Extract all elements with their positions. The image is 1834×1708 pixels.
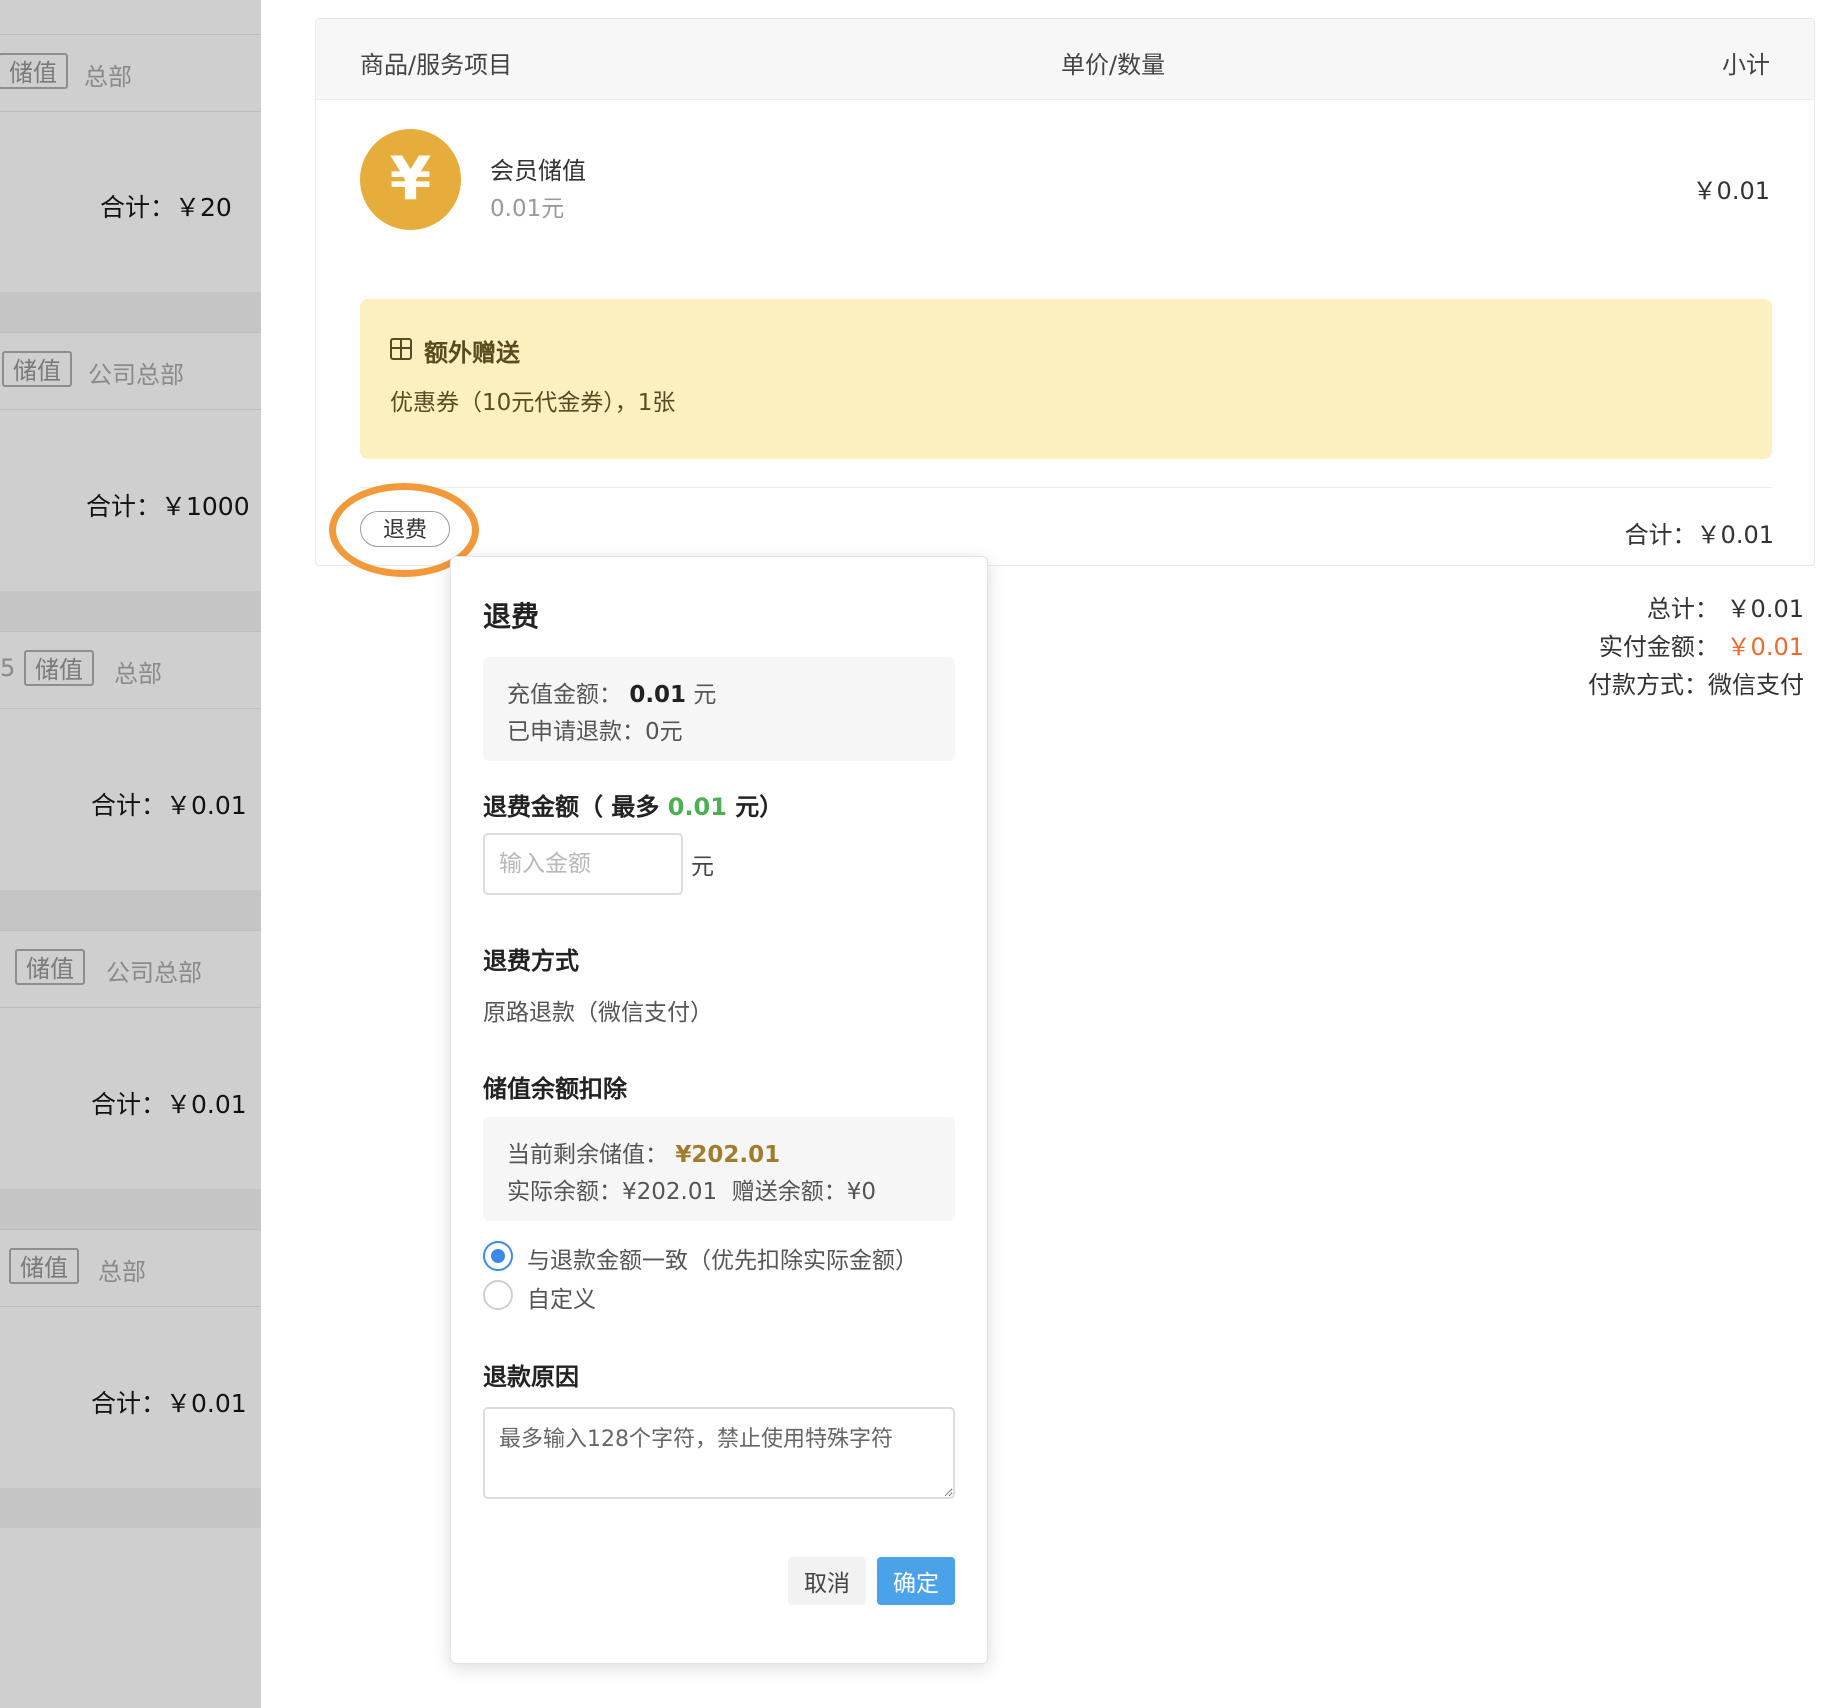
yen-coin-icon: ¥ (360, 129, 461, 230)
order-card: 商品/服务项目 单价/数量 小计 ¥ 会员储值 0.01元 ￥0.01 额外赠送… (315, 18, 1815, 577)
recharge-info-box: 充值金额： 0.01 元 已申请退款：0元 (483, 657, 955, 761)
header-subtotal: 小计 (1722, 51, 1770, 79)
edge-text: 5 (0, 654, 16, 682)
list-divider (0, 890, 261, 930)
radio-label-same[interactable]: 与退款金额一致（优先扣除实际金额） (527, 1241, 918, 1275)
list-item[interactable]: 5 储值 总部 (0, 631, 261, 709)
summary-total: 总计： ￥0.01 (1646, 595, 1804, 623)
type-tag: 储值 (9, 1248, 79, 1284)
list-item[interactable]: 储值 公司总部 (0, 332, 261, 410)
balance-info-box: 当前剩余储值： ¥202.01 实际余额：¥202.01 赠送余额：¥0 (483, 1117, 955, 1221)
refund-method-label: 退费方式 (483, 947, 579, 975)
balance-breakdown: 实际余额：¥202.01 赠送余额：¥0 (507, 1179, 877, 1205)
current-balance: 当前剩余储值： ¥202.01 (507, 1142, 781, 1168)
summary-method: 付款方式：微信支付 (1588, 671, 1804, 699)
recharge-amount: 充值金额： 0.01 元 (507, 682, 717, 708)
list-item[interactable]: 储值 总部 (0, 1229, 261, 1307)
item-price: 0.01元 (490, 196, 565, 222)
list-total: 合计：￥0.01 (91, 791, 247, 820)
type-tag: 储值 (0, 53, 68, 89)
popover-title: 退费 (483, 600, 540, 633)
gift-panel: 额外赠送 优惠券（10元代金券），1张 (360, 299, 1772, 459)
radio-custom[interactable] (483, 1280, 513, 1310)
list-divider (0, 1189, 261, 1229)
summary-paid: 实付金额： ￥0.01 (1598, 633, 1804, 661)
refund-button[interactable]: 退费 (360, 511, 450, 547)
org-label: 总部 (98, 1258, 146, 1286)
radio-label-custom[interactable]: 自定义 (527, 1280, 596, 1314)
gift-icon (390, 338, 412, 360)
amount-unit: 元 (691, 854, 714, 880)
confirm-button[interactable]: 确定 (877, 1557, 955, 1605)
refund-popover: 退费 充值金额： 0.01 元 已申请退款：0元 退费金额（ 最多 0.01 元… (450, 556, 988, 1664)
item-name: 会员储值 (490, 157, 586, 185)
payment-summary: 总计： ￥0.01 实付金额： ￥0.01 付款方式：微信支付 (1588, 590, 1804, 704)
refund-reason-label: 退款原因 (483, 1363, 579, 1391)
refund-reason-textarea[interactable] (483, 1407, 955, 1499)
type-tag: 储值 (2, 351, 72, 387)
list-total: 合计：￥0.01 (91, 1090, 247, 1119)
order-list-panel: 储值 总部 合计：￥20 储值 公司总部 合计：￥1000 5 储值 总部 合计… (0, 0, 261, 1708)
order-total: 合计：￥0.01 (1624, 521, 1774, 549)
list-item[interactable]: 储值 公司总部 (0, 930, 261, 1008)
refund-method-value: 原路退款（微信支付） (483, 1000, 713, 1026)
refund-amount-input[interactable] (483, 833, 683, 895)
list-divider (0, 1488, 261, 1528)
header-price-qty: 单价/数量 (1061, 51, 1166, 79)
gift-title: 额外赠送 (424, 339, 520, 367)
org-label: 公司总部 (106, 959, 202, 987)
cancel-button[interactable]: 取消 (788, 1557, 866, 1605)
org-label: 公司总部 (88, 361, 184, 389)
list-divider (0, 292, 261, 332)
divider (360, 487, 1772, 488)
item-subtotal: ￥0.01 (1692, 177, 1770, 205)
list-total: 合计：￥1000 (86, 492, 250, 521)
order-table-header: 商品/服务项目 单价/数量 小计 (316, 19, 1814, 100)
refund-amount-label: 退费金额（ 最多 0.01 元） (483, 793, 784, 821)
type-tag: 储值 (15, 949, 85, 985)
list-total: 合计：￥0.01 (91, 1389, 247, 1418)
balance-deduct-label: 储值余额扣除 (483, 1075, 627, 1103)
list-item[interactable]: 储值 总部 (0, 34, 261, 112)
type-tag: 储值 (24, 650, 94, 686)
header-item: 商品/服务项目 (360, 51, 513, 79)
org-label: 总部 (84, 63, 132, 91)
applied-refund: 已申请退款：0元 (507, 719, 683, 745)
org-label: 总部 (114, 660, 162, 688)
list-divider (0, 591, 261, 631)
gift-description: 优惠券（10元代金券），1张 (390, 390, 676, 416)
radio-same-as-refund[interactable] (483, 1241, 513, 1271)
list-total: 合计：￥20 (100, 193, 232, 222)
